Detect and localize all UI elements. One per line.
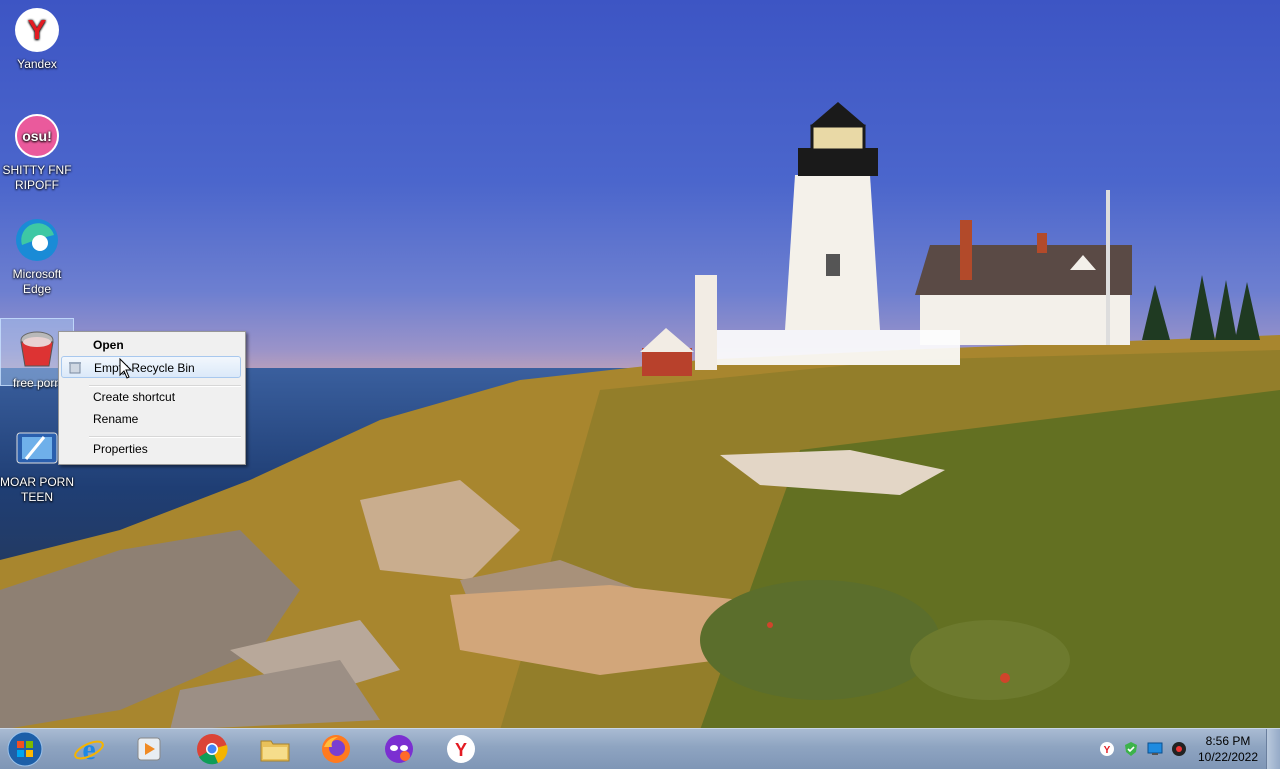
taskbar-app-internet-explorer[interactable]: e bbox=[69, 732, 109, 766]
svg-text:Y: Y bbox=[1104, 745, 1111, 756]
svg-text:e: e bbox=[82, 733, 95, 765]
clock-time: 8:56 PM bbox=[1205, 734, 1251, 748]
tray-security-icon[interactable] bbox=[1123, 741, 1139, 757]
chrome-icon bbox=[197, 734, 228, 765]
taskbar-app-yandex[interactable]: Y bbox=[441, 732, 481, 766]
desktop-icon-label: Yandex bbox=[17, 57, 57, 71]
osu-icon: osu! bbox=[15, 114, 59, 158]
desktop-icon-label: Microsoft Edge bbox=[12, 267, 62, 296]
desktop-icon-edge[interactable]: Microsoft Edge bbox=[0, 210, 74, 297]
tray-volume-icon[interactable] bbox=[1171, 741, 1187, 757]
desktop-icon-label: MOAR PORN TEEN bbox=[0, 475, 75, 504]
lighthouse-scene bbox=[640, 102, 1260, 376]
tray-network-icon[interactable] bbox=[1147, 741, 1163, 757]
mask-app-icon bbox=[385, 735, 413, 763]
taskbar-app-firefox[interactable] bbox=[316, 732, 356, 766]
menu-item-rename[interactable]: Rename bbox=[61, 408, 241, 430]
desktop-icon-yandex[interactable]: Y Yandex bbox=[0, 0, 74, 72]
taskbar-clock[interactable]: 8:56 PM 10/22/2022 bbox=[1196, 733, 1260, 765]
taskbar: e Y Y 8:56 PM 10/22/2022 bbox=[0, 728, 1280, 769]
menu-item-label: Empty Recycle Bin bbox=[94, 361, 195, 375]
taskbar-app-chrome[interactable] bbox=[192, 732, 232, 766]
internet-explorer-icon: e bbox=[74, 733, 104, 765]
svg-text:Y: Y bbox=[28, 14, 47, 45]
menu-item-empty-recycle-bin[interactable]: Empty Recycle Bin bbox=[61, 356, 241, 378]
menu-item-open[interactable]: Open bbox=[61, 334, 241, 356]
menu-item-create-shortcut[interactable]: Create shortcut bbox=[61, 386, 241, 408]
taskbar-app-media-player[interactable] bbox=[129, 732, 169, 766]
taskbar-app-tor-browser[interactable] bbox=[379, 732, 419, 766]
edge-icon bbox=[16, 219, 58, 261]
desktop-icon-osu[interactable]: osu! SHITTY FNF RIPOFF bbox=[0, 106, 74, 193]
show-desktop-button[interactable] bbox=[1266, 729, 1280, 769]
folder-icon bbox=[260, 740, 290, 762]
mouse-cursor-icon bbox=[119, 358, 133, 379]
recycle-bin-small-icon bbox=[69, 362, 81, 374]
desktop-icon-label: SHITTY FNF RIPOFF bbox=[2, 163, 72, 192]
taskbar-app-file-explorer[interactable] bbox=[255, 732, 295, 766]
shortcut-app-icon bbox=[16, 432, 58, 464]
yandex-icon: Y bbox=[15, 8, 59, 52]
tray-yandex-icon[interactable]: Y bbox=[1099, 741, 1115, 757]
clock-date: 10/22/2022 bbox=[1197, 750, 1259, 764]
menu-item-properties[interactable]: Properties bbox=[61, 438, 241, 460]
svg-text:Y: Y bbox=[455, 740, 467, 760]
svg-text:osu!: osu! bbox=[22, 128, 52, 144]
context-menu: Open Empty Recycle Bin Create shortcut R… bbox=[58, 331, 246, 465]
start-button[interactable] bbox=[6, 731, 44, 767]
firefox-icon bbox=[322, 735, 350, 763]
yandex-icon: Y bbox=[447, 735, 475, 763]
recycle-bin-icon bbox=[20, 331, 54, 367]
media-player-icon bbox=[137, 737, 161, 761]
windows-logo-icon bbox=[7, 731, 43, 767]
